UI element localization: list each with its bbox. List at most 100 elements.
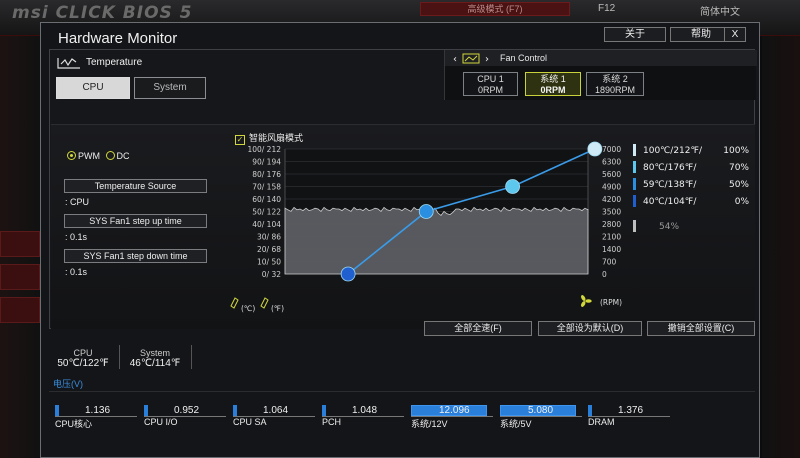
y-tick-label-temp: 60/ 140	[252, 195, 281, 204]
bios-left-strip	[0, 36, 40, 458]
smart-fan-checkbox[interactable]: ✓	[235, 135, 245, 145]
step-up-time-button[interactable]: SYS Fan1 step up time	[64, 214, 207, 228]
fan-name: 系统 1	[540, 74, 566, 84]
y-tick-label-temp: 70/ 158	[252, 183, 281, 192]
close-button[interactable]: X	[724, 27, 746, 42]
voltage-value: 0.952	[174, 405, 200, 416]
fan-name: 系统 2	[602, 74, 628, 84]
voltage-bar	[588, 405, 592, 416]
fan-curve-point[interactable]	[505, 179, 521, 194]
dc-radio[interactable]	[105, 151, 115, 160]
svg-text:‹: ‹	[453, 54, 457, 65]
y-tick-label-rpm: 4900	[602, 183, 621, 192]
cancel-all-button[interactable]: 撤销全部设置(C)	[647, 321, 755, 336]
temperature-header: Temperature	[56, 54, 142, 70]
fan-name: CPU 1	[477, 74, 504, 84]
voltage-item: 1.048 PCH	[322, 405, 408, 437]
voltage-bar	[144, 405, 148, 416]
fan-control-arrows-icon[interactable]: ‹ ›	[449, 50, 499, 66]
y-tick-label-temp: 10/ 50	[257, 258, 281, 267]
voltage-bar	[322, 405, 326, 416]
fan-rpm: 0RPM	[540, 85, 566, 95]
fan-tab-system1[interactable]: 系统 1 0RPM	[525, 72, 581, 96]
y-tick-label-temp: 20/ 68	[257, 245, 281, 254]
pwm-label: PWM	[78, 151, 100, 161]
step-down-time-value: : 0.1s	[65, 267, 88, 277]
voltage-item: 0.952 CPU I/O	[144, 405, 230, 437]
smart-fan-mode[interactable]: ✓ 智能风扇模式	[235, 131, 303, 145]
sidebar-tab[interactable]	[0, 231, 40, 257]
pwm-radio[interactable]	[67, 151, 76, 160]
fan-tab-cpu1[interactable]: CPU 1 0RPM	[463, 72, 518, 96]
full-speed-button[interactable]: 全部全速(F)	[424, 321, 532, 336]
legend-value: 70%	[729, 163, 749, 173]
voltage-value: 12.096	[439, 405, 470, 416]
help-button[interactable]: 帮助	[670, 27, 732, 42]
fan-control-panel: ‹ › Fan Control CPU 1 0RPM 系统 1 0RPM 系统 …	[444, 50, 757, 100]
cpu-temp-name: CPU	[73, 348, 93, 358]
temperature-source-button[interactable]: Temperature Source	[64, 179, 207, 193]
voltage-item: 5.080 系统/5V	[500, 405, 586, 437]
y-tick-label-rpm: 6300	[602, 158, 621, 167]
fan-control-header: ‹ › Fan Control	[445, 50, 757, 66]
language-button[interactable]: 简体中文	[700, 3, 740, 18]
fan-mode-radio-group: PWM DC	[67, 151, 130, 161]
system-temp-name: System	[139, 348, 170, 358]
y-tick-label-rpm: 2800	[602, 220, 621, 229]
fan-curve-svg: 100/ 212 700090/ 194 630080/ 176 560070/ 15…	[230, 141, 749, 313]
legend-label: 80℃/176℉/	[643, 163, 697, 173]
voltage-item: 1.136 CPU核心	[55, 405, 141, 437]
sidebar-tab[interactable]	[0, 264, 40, 290]
fan-tab-system2[interactable]: 系统 2 1890RPM	[586, 72, 644, 96]
voltage-item: 1.376 DRAM	[588, 405, 674, 437]
screenshot-f12-button[interactable]: F12	[598, 3, 615, 14]
monitor-panel: Temperature CPU System ‹ › Fan Control C…	[49, 49, 757, 330]
fan-curve-chart: 100/ 212 7000 90/ 194 6300 80/ 176 5600 70/ 15…	[219, 125, 755, 330]
legend-value: 100%	[723, 146, 749, 156]
unit-fahrenheit: (℉)	[271, 304, 284, 313]
fan-curve-point[interactable]	[587, 141, 603, 157]
tab-system[interactable]: System	[134, 77, 206, 99]
fan-control-label: Fan Control	[500, 53, 548, 63]
voltage-name: 系统/5V	[500, 419, 532, 429]
sidebar-tab[interactable]	[0, 297, 40, 323]
voltage-name: CPU核心	[55, 419, 93, 429]
advanced-mode-button[interactable]: 高级模式 (F7)	[420, 2, 570, 16]
y-tick-label-rpm: 0	[602, 270, 607, 279]
bios-logo: msi CLICK BIOS 5	[12, 3, 193, 23]
voltage-bar	[233, 405, 237, 416]
fan-curve-point[interactable]	[418, 204, 434, 219]
fan-settings: PWM DC Temperature Source : CPU SYS Fan1…	[51, 125, 217, 330]
system-temp-value: 46℃/114℉	[129, 358, 181, 369]
legend-swatch	[633, 144, 636, 156]
y-tick-label-rpm: 5600	[602, 170, 621, 179]
separator	[119, 345, 120, 369]
fan-rpm: 0RPM	[477, 85, 503, 95]
fan-curve-point[interactable]	[340, 266, 356, 282]
y-tick-label-rpm: 700	[602, 258, 617, 267]
voltage-divider	[49, 391, 755, 392]
window-title: Hardware Monitor	[58, 30, 178, 47]
about-button[interactable]: 关于	[604, 27, 666, 42]
y-tick-label-rpm: 1400	[602, 245, 621, 254]
voltage-name: 系统/12V	[411, 419, 448, 429]
voltage-value: 1.048	[352, 405, 378, 416]
tab-cpu[interactable]: CPU	[56, 77, 130, 99]
voltage-value: 1.136	[85, 405, 111, 416]
legend-label: 59℃/138℉/	[643, 180, 697, 190]
unit-rpm: (RPM)	[600, 298, 622, 307]
voltage-name: DRAM	[588, 417, 615, 427]
temperature-source-value: : CPU	[65, 197, 90, 207]
legend-swatch	[633, 195, 636, 207]
y-tick-label-temp: 50/ 122	[252, 208, 281, 217]
temperature-readouts: CPU 50℃/122℉ System 46℃/114℉	[41, 343, 761, 369]
y-tick-label-rpm: 4200	[602, 195, 621, 204]
set-default-button[interactable]: 全部设为默认(D)	[538, 321, 642, 336]
celsius-thermometer-icon	[230, 297, 239, 309]
legend-label: 40℃/104℉/	[643, 197, 697, 207]
step-down-time-button[interactable]: SYS Fan1 step down time	[64, 249, 207, 263]
voltage-name: CPU SA	[233, 417, 267, 427]
y-tick-label-rpm: 3500	[602, 208, 621, 217]
fahrenheit-thermometer-icon	[260, 297, 269, 309]
voltage-item: 12.096 系统/12V	[411, 405, 497, 437]
